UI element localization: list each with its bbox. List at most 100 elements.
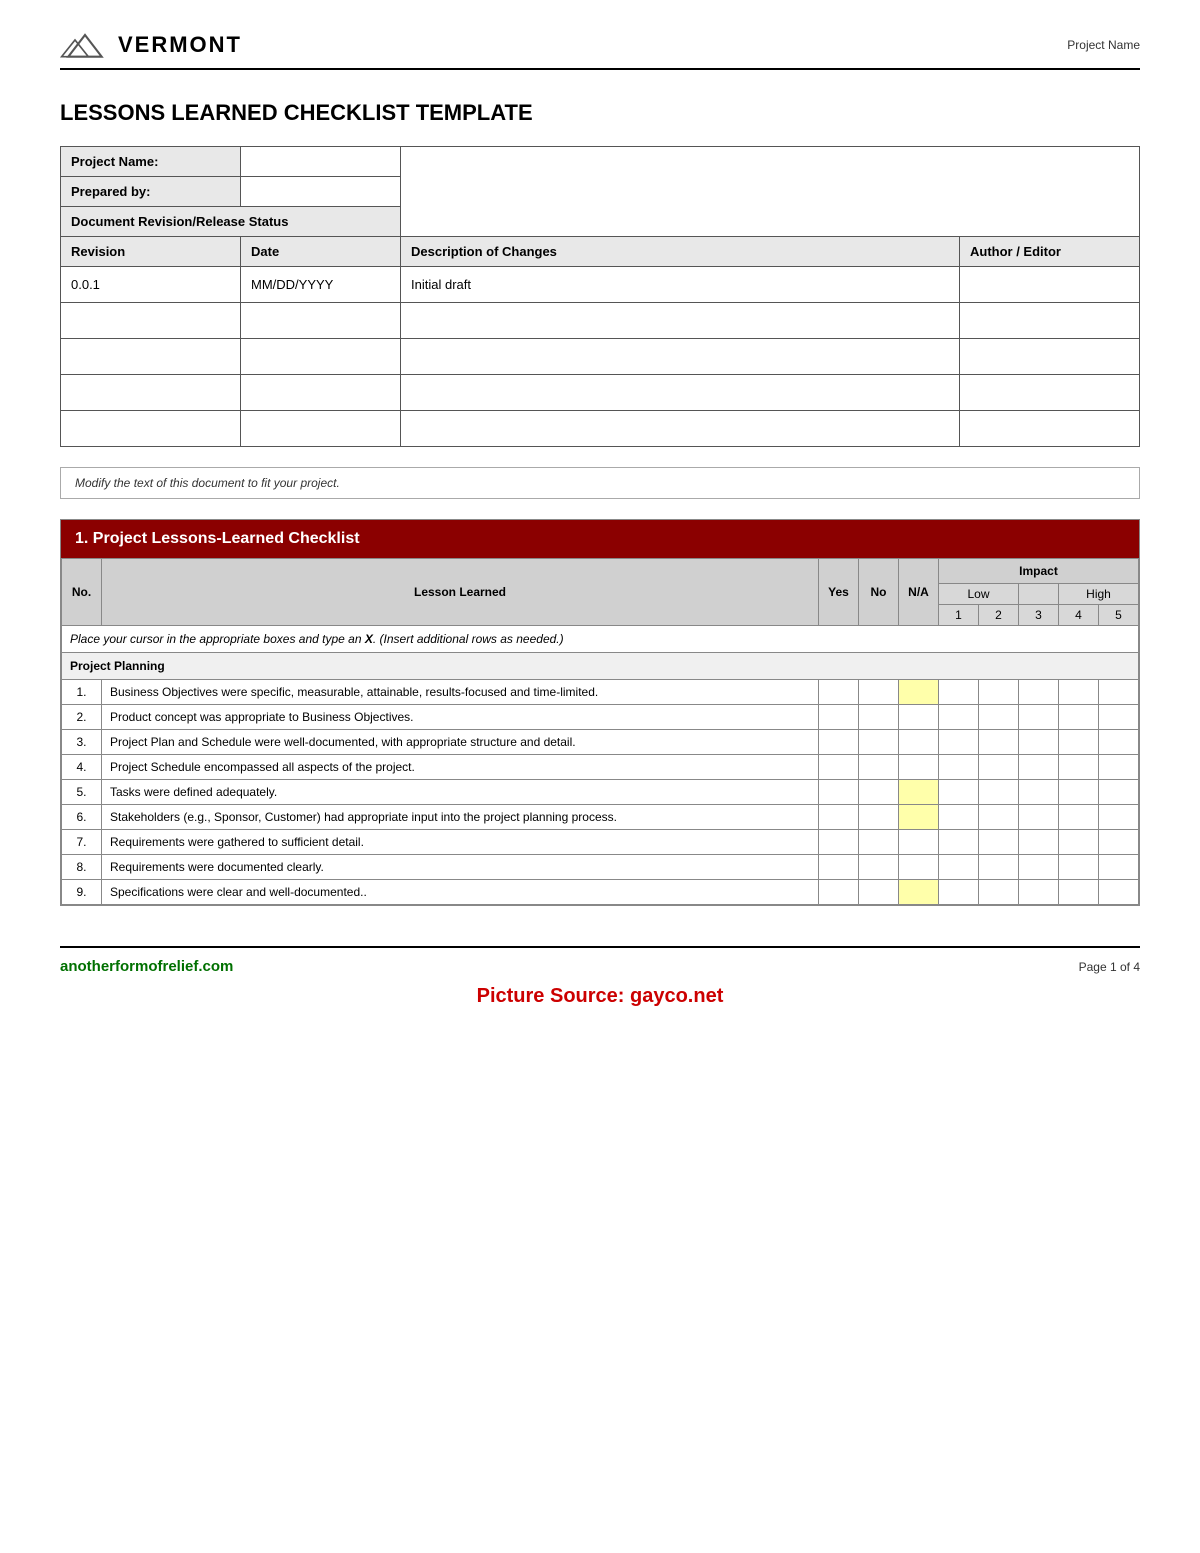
prepared-by-value[interactable] [241,177,401,207]
item-i5-3[interactable] [1099,730,1139,755]
item-i2-8[interactable] [979,855,1019,880]
item-i1-8[interactable] [939,855,979,880]
revision-row-2 [61,303,1140,339]
item-noa-7[interactable] [859,830,899,855]
th-no: No. [62,559,102,626]
item-i3-5[interactable] [1019,780,1059,805]
item-i2-3[interactable] [979,730,1019,755]
item-i1-5[interactable] [939,780,979,805]
item-na-7[interactable] [899,830,939,855]
notice-box: Modify the text of this document to fit … [60,467,1140,499]
item-i2-2[interactable] [979,705,1019,730]
item-no-1[interactable] [859,680,899,705]
item-na-6[interactable] [899,805,939,830]
prepared-by-label: Prepared by: [61,177,241,207]
item-noa-4[interactable] [859,755,899,780]
item-i4-6[interactable] [1059,805,1099,830]
col-author: Author / Editor [960,237,1140,267]
item-yes-4[interactable] [819,755,859,780]
project-name-label: Project Name: [61,147,241,177]
item-noa-3[interactable] [859,730,899,755]
th-na: N/A [899,559,939,626]
author-cell-3 [960,339,1140,375]
item-i5-6[interactable] [1099,805,1139,830]
th-mid [1019,584,1059,605]
item-i5-5[interactable] [1099,780,1139,805]
category-project-planning: Project Planning [62,653,1139,680]
checklist-table: No. Lesson Learned Yes No N/A Impact Low… [61,558,1139,905]
item-na-3[interactable] [899,730,939,755]
project-name-value[interactable] [241,147,401,177]
item-i5-4[interactable] [1099,755,1139,780]
item-i3-9[interactable] [1019,880,1059,905]
item-i3-7[interactable] [1019,830,1059,855]
item-yes-1[interactable] [819,680,859,705]
item-i5-9[interactable] [1099,880,1139,905]
item-yes-9[interactable] [819,880,859,905]
revision-row-4 [61,375,1140,411]
footer-page: Page 1 of 4 [1079,960,1140,974]
item-i4-5[interactable] [1059,780,1099,805]
item-na-9[interactable] [899,880,939,905]
item-noa-5[interactable] [859,780,899,805]
date-cell-4 [241,375,401,411]
item-text-6: Stakeholders (e.g., Sponsor, Customer) h… [102,805,819,830]
item-no-3: 3. [62,730,102,755]
item-text-3: Project Plan and Schedule were well-docu… [102,730,819,755]
item-i2-5[interactable] [979,780,1019,805]
item-i1-6[interactable] [939,805,979,830]
item-i3-3[interactable] [1019,730,1059,755]
item-i1-2[interactable] [939,705,979,730]
item-i3-4[interactable] [1019,755,1059,780]
item-noa-2[interactable] [859,705,899,730]
item-i2-7[interactable] [979,830,1019,855]
item-noa-9[interactable] [859,880,899,905]
item-yes-8[interactable] [819,855,859,880]
item-i2-4[interactable] [979,755,1019,780]
col-date: Date [241,237,401,267]
item-i5-8[interactable] [1099,855,1139,880]
item-na-4[interactable] [899,755,939,780]
item-yes-5[interactable] [819,780,859,805]
item-noa-8[interactable] [859,855,899,880]
item-na-5[interactable] [899,780,939,805]
item-na-2[interactable] [899,705,939,730]
item-i3-6[interactable] [1019,805,1059,830]
item-i1-7[interactable] [939,830,979,855]
item-yes-2[interactable] [819,705,859,730]
item-i3-2[interactable] [1019,705,1059,730]
item-i1-3[interactable] [939,730,979,755]
item-i1-9[interactable] [939,880,979,905]
item-yes-3[interactable] [819,730,859,755]
th-low: Low [939,584,1019,605]
item-i1-1[interactable] [939,680,979,705]
item-i5-7[interactable] [1099,830,1139,855]
item-text-7: Requirements were gathered to sufficient… [102,830,819,855]
item-i4-4[interactable] [1059,755,1099,780]
item-i2-6[interactable] [979,805,1019,830]
item-noa-6[interactable] [859,805,899,830]
checklist-item-3: 3. Project Plan and Schedule were well-d… [62,730,1139,755]
item-i5-1[interactable] [1099,680,1139,705]
item-i1-4[interactable] [939,755,979,780]
item-i3-1[interactable] [1019,680,1059,705]
footer-link[interactable]: anotherformofrelief.com [60,958,233,975]
checklist-item-6: 6. Stakeholders (e.g., Sponsor, Customer… [62,805,1139,830]
item-i2-1[interactable] [979,680,1019,705]
item-i4-7[interactable] [1059,830,1099,855]
item-yes-6[interactable] [819,805,859,830]
item-i4-2[interactable] [1059,705,1099,730]
revision-col-headers: Revision Date Description of Changes Aut… [61,237,1140,267]
item-yes-7[interactable] [819,830,859,855]
item-na-1[interactable] [899,680,939,705]
description-cell-1: Initial draft [401,267,960,303]
item-i5-2[interactable] [1099,705,1139,730]
item-i2-9[interactable] [979,880,1019,905]
item-i3-8[interactable] [1019,855,1059,880]
item-i4-3[interactable] [1059,730,1099,755]
item-na-8[interactable] [899,855,939,880]
item-no-9: 9. [62,880,102,905]
item-i4-1[interactable] [1059,680,1099,705]
item-i4-8[interactable] [1059,855,1099,880]
item-i4-9[interactable] [1059,880,1099,905]
